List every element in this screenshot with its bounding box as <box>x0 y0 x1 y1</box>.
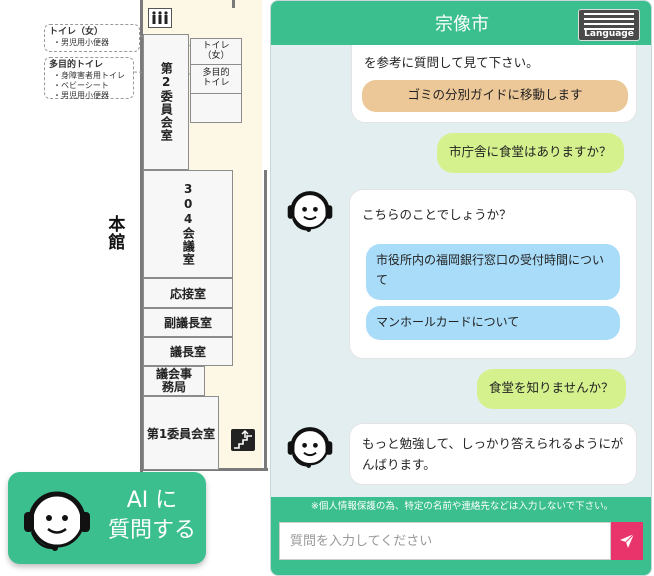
stairs-icon <box>231 429 255 451</box>
language-button[interactable]: Language <box>578 9 640 41</box>
paper-plane-icon <box>619 533 635 549</box>
room-multi-toilet: 多目的トイレ <box>190 64 242 94</box>
wall-top-right <box>232 0 235 8</box>
room-committee-1-label: 第1委員会室 <box>146 426 216 441</box>
room-chair-label: 議長室 <box>169 345 206 359</box>
room-vice-chair-label: 副議長室 <box>163 316 212 330</box>
language-label: Language <box>584 29 634 39</box>
callout-multi-item: ・ベビーシート <box>53 81 109 91</box>
chat-header: 宗像市 Language <box>271 1 651 45</box>
building-label: 本館 <box>104 215 125 251</box>
chat-input[interactable] <box>279 522 611 560</box>
chat-panel: 宗像市 Language を参考に質問して見て下さい。 ゴミの分別ガイドに移動し… <box>270 0 652 576</box>
ask-ai-line2: 質問する <box>107 518 196 543</box>
room-committee-2-label: 第2委員会室 <box>159 62 174 142</box>
callout-women-item: ・男児用小便器 <box>53 38 109 48</box>
bot-avatar-icon <box>20 482 94 556</box>
room-vice-chair: 副議長室 <box>143 308 233 337</box>
chat-messages[interactable]: を参考に質問して見て下さい。 ゴミの分別ガイドに移動します 市庁舎に食堂はありま… <box>271 45 651 497</box>
room-toilet-women-label: トイレ（女） <box>202 40 230 61</box>
room-committee-1: 第1委員会室 <box>143 396 219 470</box>
bot-message-text: もっと勉強して、しっかり答えられるようにがんばります。 <box>362 436 624 472</box>
bot-avatar-icon <box>285 185 335 235</box>
bot-message: こちらのことでしょうか？ 市役所内の福岡銀行窓口の受付時間について マンホールカ… <box>349 189 637 359</box>
restroom-icon <box>148 8 172 28</box>
bot-message-text: こちらのことでしょうか？ <box>362 207 512 222</box>
room-reception-label: 応接室 <box>169 286 206 301</box>
room-toilet-women: トイレ（女） <box>190 38 242 65</box>
suggestion-choice[interactable]: 市役所内の福岡銀行窓口の受付時間について <box>366 244 620 300</box>
callout-multi-item: ・男児用小便器 <box>53 91 109 101</box>
room-chair: 議長室 <box>143 337 233 366</box>
callout-multi-title: 多目的トイレ <box>49 60 104 70</box>
user-message: 食堂を知りませんか？ <box>477 369 626 409</box>
send-button[interactable] <box>611 522 643 560</box>
bot-message: を参考に質問して見て下さい。 ゴミの分別ガイドに移動します <box>351 45 637 123</box>
callout-women-title: トイレ（女） <box>49 27 104 37</box>
ask-ai-label: AI に 質問する <box>102 486 202 546</box>
garbage-guide-button[interactable]: ゴミの分別ガイドに移動します <box>362 80 628 112</box>
wall-right <box>264 170 267 470</box>
room-committee-2: 第2委員会室 <box>143 34 189 170</box>
chat-input-bar <box>271 517 651 575</box>
ask-ai-button[interactable]: AI に 質問する <box>8 472 206 564</box>
suggestion-choice[interactable]: マンホールカードについて <box>366 306 620 340</box>
user-message: 市庁舎に食堂はありますか？ <box>437 133 624 173</box>
ask-ai-line1: AI に <box>126 488 178 513</box>
room-secretariat: 議会事務局 <box>143 366 205 396</box>
callout-multi-item: ・身障害者用トイレ <box>53 71 125 81</box>
privacy-notice: ※個人情報保護の為、特定の名前や連絡先などは入力しないで下さい。 <box>271 497 651 517</box>
room-reception: 応接室 <box>143 278 233 308</box>
callout-multi-toilet: 多目的トイレ ・身障害者用トイレ ・ベビーシート ・男児用小便器 <box>44 57 134 101</box>
room-conference-304-label: 304会議室 <box>181 182 196 266</box>
bot-message: もっと勉強して、しっかり答えられるようにがんばります。 <box>349 423 637 485</box>
bot-avatar-icon <box>285 421 335 471</box>
room-secretariat-label: 議会事務局 <box>155 367 192 394</box>
room-multi-toilet-label: 多目的トイレ <box>202 68 230 88</box>
room-conference-304: 304会議室 <box>143 170 233 278</box>
room-blank <box>190 93 242 123</box>
callout-women-toilet: トイレ（女） ・男児用小便器 <box>44 24 140 52</box>
bot-message-text: を参考に質問して見て下さい。 <box>364 55 539 70</box>
